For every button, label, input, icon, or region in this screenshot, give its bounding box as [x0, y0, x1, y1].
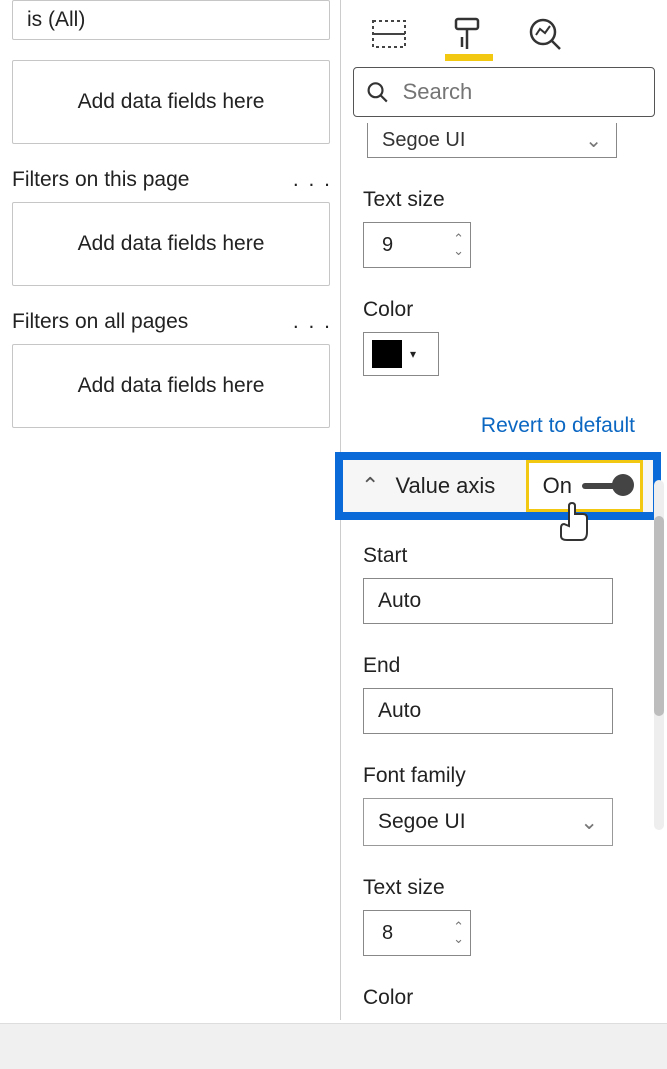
- page-filters-menu-icon[interactable]: . . .: [293, 168, 332, 192]
- xaxis-color-picker[interactable]: ▾: [363, 332, 439, 376]
- analytics-tab-icon[interactable]: [525, 13, 565, 55]
- revert-to-default-link[interactable]: Revert to default: [363, 414, 635, 438]
- filter-summary: is (All): [27, 8, 85, 32]
- font-family-label: Font family: [363, 764, 645, 788]
- xaxis-text-size-input[interactable]: 9 ⌃⌄: [363, 222, 471, 268]
- search-input[interactable]: [403, 79, 642, 105]
- format-tabs: [341, 0, 667, 57]
- valueaxis-text-size-input[interactable]: 8 ⌃⌄: [363, 910, 471, 956]
- search-icon: [366, 79, 389, 105]
- xaxis-font-family-value: Segoe UI: [382, 129, 465, 152]
- spinner-arrows[interactable]: ⌃⌄: [453, 921, 464, 945]
- all-pages-menu-icon[interactable]: . . .: [293, 310, 332, 334]
- font-family-select[interactable]: Segoe UI ⌄: [363, 798, 613, 846]
- toggle-state-label: On: [543, 473, 572, 499]
- color-swatch: [372, 340, 402, 368]
- all-pages-heading: Filters on all pages: [12, 310, 188, 334]
- end-input[interactable]: Auto: [363, 688, 613, 734]
- scrollbar-thumb[interactable]: [654, 516, 664, 716]
- chevron-down-icon: ⌄: [580, 810, 598, 835]
- start-input[interactable]: Auto: [363, 578, 613, 624]
- chevron-up-icon: ⌃: [361, 473, 379, 499]
- dropzone-label: Add data fields here: [78, 232, 265, 256]
- xaxis-text-size-value: 9: [382, 234, 393, 257]
- valueaxis-color-label: Color: [363, 986, 645, 1010]
- page-filter-dropzone[interactable]: Add data fields here: [12, 202, 330, 286]
- dropzone-label: Add data fields here: [78, 374, 265, 398]
- font-family-value: Segoe UI: [378, 810, 466, 834]
- valueaxis-text-size-label: Text size: [363, 876, 645, 900]
- toggle-switch-icon: [582, 483, 630, 489]
- fields-tab-icon[interactable]: [369, 13, 409, 55]
- page-filters-heading: Filters on this page: [12, 168, 189, 192]
- scrollbar[interactable]: [654, 480, 664, 830]
- value-axis-title: Value axis: [395, 473, 509, 499]
- value-axis-section-header[interactable]: ⌃ Value axis On: [335, 452, 661, 520]
- valueaxis-text-size-value: 8: [382, 922, 393, 945]
- xaxis-color-label: Color: [363, 298, 645, 322]
- format-tab-icon[interactable]: [447, 13, 487, 55]
- visual-filter-dropzone[interactable]: Add data fields here: [12, 60, 330, 144]
- value-axis-toggle[interactable]: On: [526, 460, 643, 512]
- all-pages-filter-dropzone[interactable]: Add data fields here: [12, 344, 330, 428]
- end-value: Auto: [378, 699, 421, 723]
- active-filter-card[interactable]: is (All): [12, 0, 330, 40]
- format-search[interactable]: [353, 67, 655, 117]
- chevron-down-icon: ⌄: [585, 128, 602, 153]
- spinner-arrows[interactable]: ⌃⌄: [453, 233, 464, 257]
- dropdown-triangle-icon: ▾: [410, 347, 416, 361]
- xaxis-font-family-select[interactable]: Segoe UI ⌄: [367, 123, 617, 158]
- start-label: Start: [363, 544, 645, 568]
- xaxis-text-size-label: Text size: [363, 188, 645, 212]
- format-pane: Segoe UI ⌄ Text size 9 ⌃⌄ Color ▾ Revert…: [340, 0, 667, 1020]
- start-value: Auto: [378, 589, 421, 613]
- end-label: End: [363, 654, 645, 678]
- status-bar: [0, 1023, 667, 1069]
- dropzone-label: Add data fields here: [78, 90, 265, 114]
- filters-pane: is (All) Add data fields here Filters on…: [0, 0, 340, 1020]
